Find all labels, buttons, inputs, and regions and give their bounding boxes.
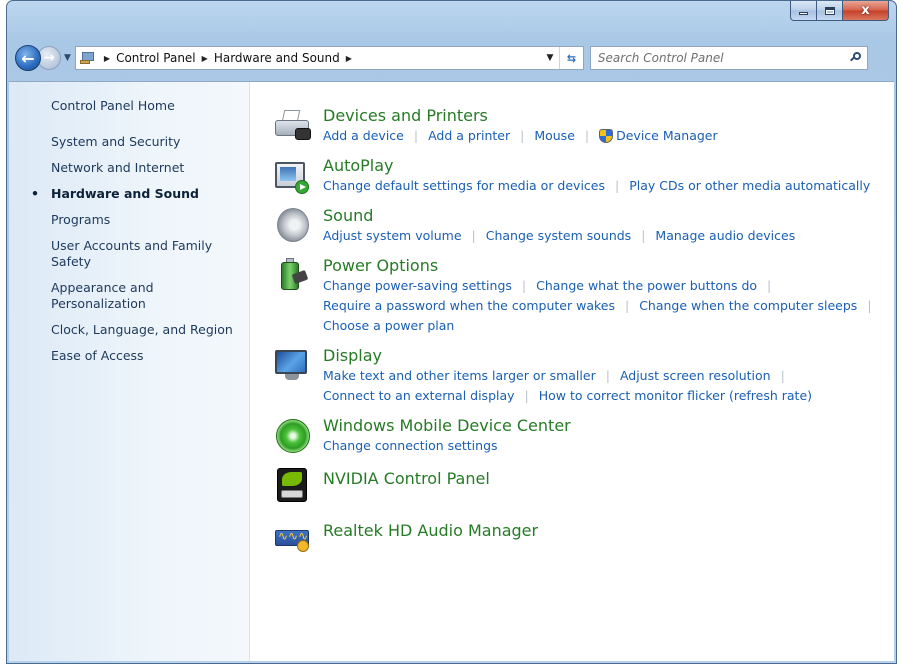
uac-shield-icon xyxy=(599,129,614,143)
search-box[interactable] xyxy=(589,46,868,70)
breadcrumb-separator-icon[interactable]: ▶ xyxy=(202,54,208,63)
breadcrumb-separator-icon[interactable]: ▶ xyxy=(346,54,352,63)
task-link[interactable]: Make text and other items larger or smal… xyxy=(323,366,596,386)
task-link[interactable]: Require a password when the computer wak… xyxy=(323,296,615,316)
task-link[interactable]: Adjust system volume xyxy=(323,226,462,246)
caption-buttons: x xyxy=(790,1,889,21)
control-panel-window: x ← → ▼ ▶ Control Panel ▶ Hardware and S… xyxy=(6,0,897,664)
battery-icon[interactable] xyxy=(273,256,313,296)
task-link[interactable]: Connect to an external display xyxy=(323,386,515,406)
recent-pages-dropdown[interactable]: ▼ xyxy=(64,53,71,63)
realtek-audio-icon[interactable] xyxy=(273,518,313,558)
task-link[interactable]: Change connection settings xyxy=(323,436,498,456)
category-autoplay: AutoPlay Change default settings for med… xyxy=(273,156,894,196)
autoplay-icon[interactable] xyxy=(273,156,313,196)
sidebar-item-clock-language-region[interactable]: Clock, Language, and Region xyxy=(9,322,249,338)
task-link[interactable]: Change when the computer sleeps xyxy=(639,296,857,316)
close-button[interactable]: x xyxy=(843,1,889,21)
category-nvidia-control-panel: NVIDIA Control Panel xyxy=(273,466,894,506)
category-sound: Sound Adjust system volume | Change syste… xyxy=(273,206,894,246)
category-title[interactable]: Display xyxy=(323,346,812,366)
sidebar-item-network-and-internet[interactable]: Network and Internet xyxy=(9,160,249,176)
search-input[interactable] xyxy=(597,51,818,65)
category-title[interactable]: Sound xyxy=(323,206,795,226)
sync-disc-icon[interactable] xyxy=(273,416,313,456)
category-title[interactable]: Realtek HD Audio Manager xyxy=(323,521,538,541)
task-link[interactable]: Play CDs or other media automatically xyxy=(629,176,870,196)
breadcrumb-hardware-and-sound[interactable]: Hardware and Sound xyxy=(214,51,340,65)
sidebar-item-hardware-and-sound: Hardware and Sound xyxy=(9,186,249,202)
task-link[interactable]: Add a device xyxy=(323,126,404,146)
sidebar: Control Panel Home System and Security N… xyxy=(9,82,250,661)
category-title[interactable]: Devices and Printers xyxy=(323,106,718,126)
sidebar-item-control-panel-home[interactable]: Control Panel Home xyxy=(9,98,249,114)
sidebar-item-user-accounts[interactable]: User Accounts and Family Safety xyxy=(9,238,249,270)
category-realtek-hd-audio-manager: Realtek HD Audio Manager xyxy=(273,518,894,558)
forward-arrow-icon: → xyxy=(43,50,55,66)
category-windows-mobile-device-center: Windows Mobile Device Center Change conn… xyxy=(273,416,894,456)
back-arrow-icon: ← xyxy=(21,48,35,68)
back-button[interactable]: ← xyxy=(15,45,41,71)
speaker-icon[interactable] xyxy=(273,206,313,246)
sidebar-item-ease-of-access[interactable]: Ease of Access xyxy=(9,348,249,364)
category-title[interactable]: AutoPlay xyxy=(323,156,870,176)
refresh-button[interactable]: ⇆ xyxy=(558,47,583,69)
sidebar-item-system-and-security[interactable]: System and Security xyxy=(9,134,249,150)
minimize-button[interactable] xyxy=(790,1,817,21)
breadcrumb-separator-icon[interactable]: ▶ xyxy=(104,54,110,63)
task-link[interactable]: Adjust screen resolution xyxy=(620,366,771,386)
task-link[interactable]: Change system sounds xyxy=(486,226,631,246)
navigation-bar: ← → ▼ ▶ Control Panel ▶ Hardware and Sou… xyxy=(15,43,890,73)
refresh-icon: ⇆ xyxy=(566,51,577,65)
task-link[interactable]: How to correct monitor flicker (refresh … xyxy=(539,386,812,406)
task-link[interactable]: Choose a power plan xyxy=(323,316,454,336)
minimize-icon xyxy=(799,12,808,15)
task-link[interactable]: Change power-saving settings xyxy=(323,276,512,296)
maximize-icon xyxy=(824,6,835,15)
monitor-icon[interactable] xyxy=(273,346,313,386)
category-title[interactable]: NVIDIA Control Panel xyxy=(323,469,490,489)
task-link[interactable]: Mouse xyxy=(534,126,575,146)
maximize-button[interactable] xyxy=(817,1,843,21)
control-panel-icon xyxy=(79,51,98,65)
category-title[interactable]: Power Options xyxy=(323,256,882,276)
content-area: Control Panel Home System and Security N… xyxy=(9,81,894,661)
breadcrumb-control-panel[interactable]: Control Panel xyxy=(116,51,196,65)
category-title[interactable]: Windows Mobile Device Center xyxy=(323,416,571,436)
category-display: Display Make text and other items larger… xyxy=(273,346,894,406)
category-power-options: Power Options Change power-saving settin… xyxy=(273,256,894,336)
address-bar[interactable]: ▶ Control Panel ▶ Hardware and Sound ▶ ▼… xyxy=(74,46,584,70)
nvidia-icon[interactable] xyxy=(273,466,313,506)
task-link[interactable]: Add a printer xyxy=(428,126,510,146)
category-devices-and-printers: Devices and Printers Add a device | Add a… xyxy=(273,106,894,146)
task-link[interactable]: Change what the power buttons do xyxy=(536,276,757,296)
search-icon[interactable] xyxy=(849,52,862,64)
task-link[interactable]: Manage audio devices xyxy=(655,226,795,246)
task-link[interactable]: Change default settings for media or dev… xyxy=(323,176,605,196)
category-list: Devices and Printers Add a device | Add a… xyxy=(250,82,894,661)
close-icon: x xyxy=(861,3,870,18)
sidebar-item-appearance[interactable]: Appearance and Personalization xyxy=(9,280,249,312)
sidebar-item-programs[interactable]: Programs xyxy=(9,212,249,228)
printer-icon[interactable] xyxy=(273,106,313,146)
address-dropdown-icon[interactable]: ▼ xyxy=(541,53,559,63)
task-link[interactable]: Device Manager xyxy=(616,126,718,146)
